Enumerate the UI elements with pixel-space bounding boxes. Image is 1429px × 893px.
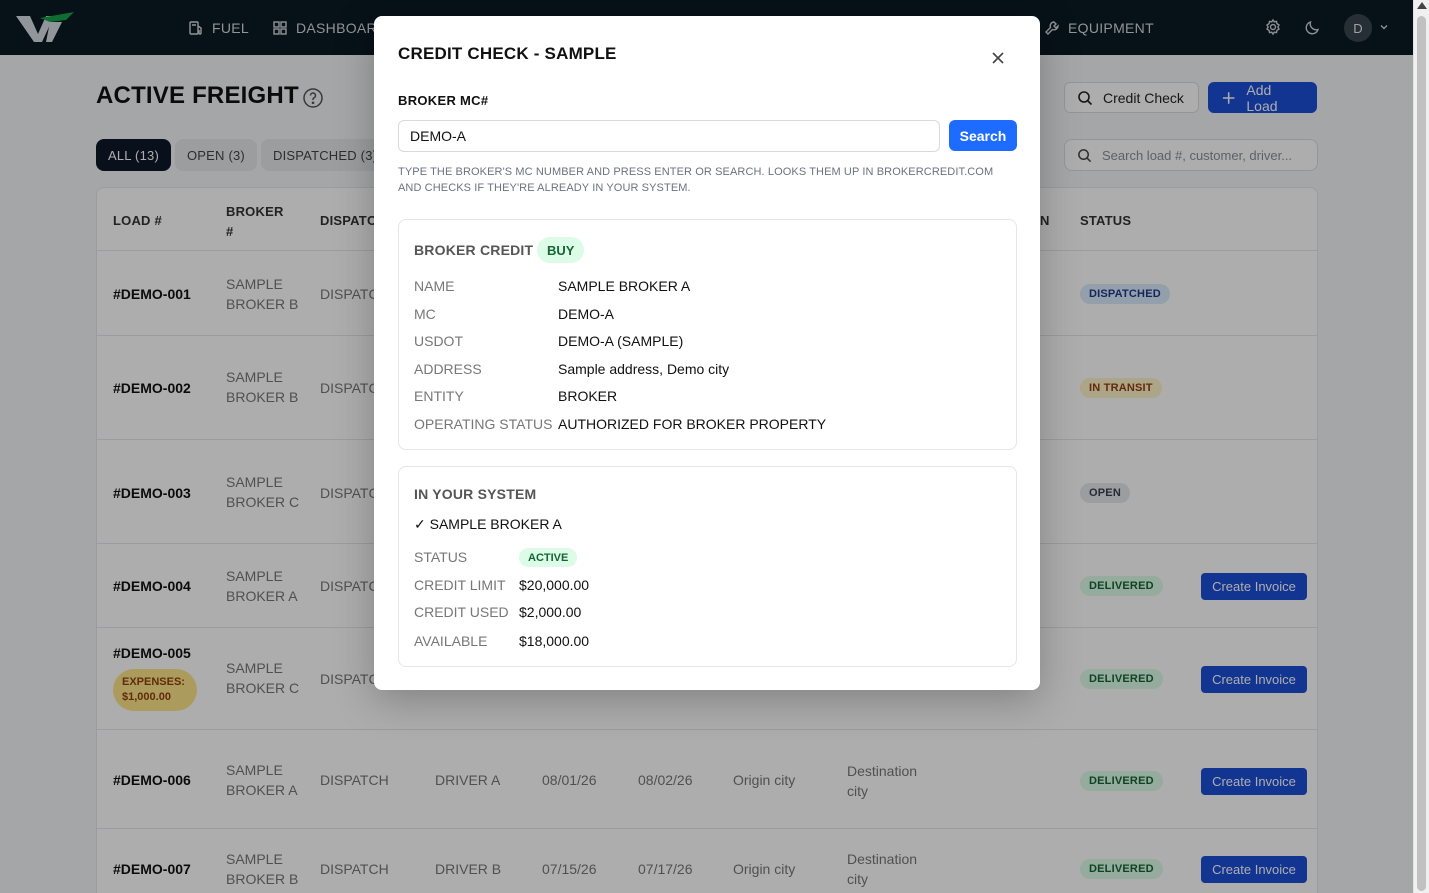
in-system-card: IN YOUR SYSTEM ✓ SAMPLE BROKER A STATUS …: [398, 466, 1017, 667]
field-label: CREDIT LIMIT: [414, 577, 506, 593]
field-value: $20,000.00: [519, 577, 590, 593]
credit-rating-badge: BUY: [537, 237, 585, 263]
field-label: MC: [414, 306, 436, 322]
credit-check-modal: CREDIT CHECK - SAMPLE BROKER MC# Search …: [374, 16, 1040, 690]
scroll-up-arrow-icon[interactable]: [1417, 2, 1427, 9]
search-button[interactable]: Search: [949, 120, 1017, 151]
field-value: DEMO-A: [558, 306, 614, 322]
field-value: $18,000.00: [519, 633, 590, 649]
field-value: BROKER: [558, 388, 618, 404]
matched-broker: ✓ SAMPLE BROKER A: [414, 516, 562, 532]
mc-number-input[interactable]: [398, 120, 940, 152]
field-label: NAME: [414, 278, 455, 294]
field-value: $2,000.00: [519, 604, 582, 620]
field-label: OPERATING STATUS: [414, 416, 553, 432]
scrollbar-thumb[interactable]: [1417, 16, 1426, 891]
modal-title: CREDIT CHECK - SAMPLE: [398, 44, 617, 63]
field-label: ADDRESS: [414, 361, 482, 377]
field-label: STATUS: [414, 549, 468, 565]
field-label: USDOT: [414, 333, 463, 349]
in-system-heading: IN YOUR SYSTEM: [414, 486, 537, 502]
broker-credit-heading: BROKER CREDIT: [414, 242, 534, 258]
field-label: AVAILABLE: [414, 633, 488, 649]
mc-field-label: BROKER MC#: [398, 93, 489, 108]
field-value: Sample address, Demo city: [558, 361, 730, 377]
page-scrollbar[interactable]: [1413, 0, 1429, 893]
field-value: SAMPLE BROKER A: [558, 278, 691, 294]
field-value: AUTHORIZED FOR BROKER PROPERTY: [558, 416, 827, 432]
field-value: DEMO-A (SAMPLE): [558, 333, 684, 349]
field-label: CREDIT USED: [414, 604, 509, 620]
search-hint-text: TYPE THE BROKER'S MC NUMBER AND PRESS EN…: [398, 166, 994, 194]
status-badge: ACTIVE: [519, 548, 578, 567]
field-label: ENTITY: [414, 388, 464, 404]
broker-credit-card: BROKER CREDIT BUY NAME SAMPLE BROKER A M…: [398, 219, 1017, 450]
close-icon[interactable]: [989, 49, 1007, 67]
